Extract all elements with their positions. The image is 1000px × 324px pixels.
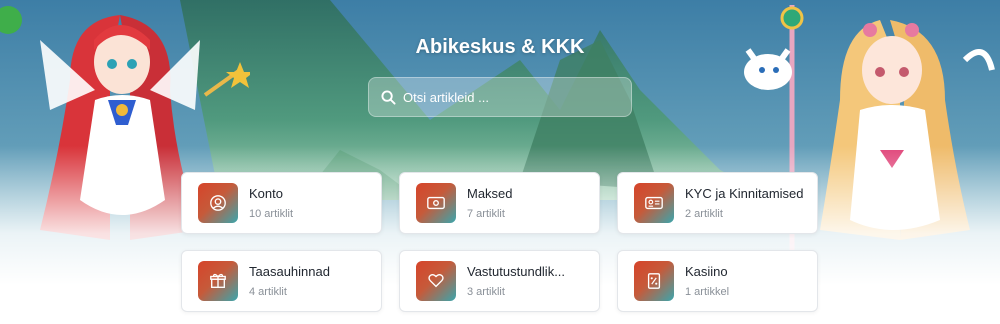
heart-icon — [416, 261, 456, 301]
id-card-icon — [634, 183, 674, 223]
gift-icon — [198, 261, 238, 301]
category-card-maksed[interactable]: Maksed 7 artiklit — [399, 172, 600, 234]
page-title: Abikeskus & KKK — [415, 36, 585, 58]
category-title: Vastutustundlik... — [467, 264, 566, 279]
banknote-icon — [416, 183, 456, 223]
category-card-kasiino[interactable]: Kasiino 1 artikkel — [617, 250, 818, 312]
category-card-kyc[interactable]: KYC ja Kinnitamised 2 artiklit — [617, 172, 818, 234]
category-title: Konto — [249, 186, 283, 201]
category-title: Taasauhinnad — [249, 264, 330, 279]
percent-ticket-icon — [634, 261, 674, 301]
search-icon — [381, 89, 396, 105]
category-title: Maksed — [467, 186, 513, 201]
article-count: 2 artiklit — [685, 208, 723, 220]
article-count: 10 artiklit — [249, 208, 294, 220]
article-count: 4 artiklit — [249, 286, 287, 298]
user-circle-icon — [198, 183, 238, 223]
article-count: 1 artikkel — [685, 286, 730, 298]
category-grid: Konto 10 artiklit Maksed 7 artiklit KYC … — [181, 172, 819, 312]
search-bar[interactable] — [368, 77, 632, 117]
category-card-konto[interactable]: Konto 10 artiklit — [181, 172, 382, 234]
category-card-vastutustundlik[interactable]: Vastutustundlik... 3 artiklit — [399, 250, 600, 312]
article-count: 3 artiklit — [467, 286, 505, 298]
category-title: Kasiino — [685, 264, 728, 279]
search-input[interactable] — [403, 89, 623, 105]
category-title: KYC ja Kinnitamised — [685, 186, 804, 201]
category-card-taasauhinnad[interactable]: Taasauhinnad 4 artiklit — [181, 250, 382, 312]
article-count: 7 artiklit — [467, 208, 505, 220]
